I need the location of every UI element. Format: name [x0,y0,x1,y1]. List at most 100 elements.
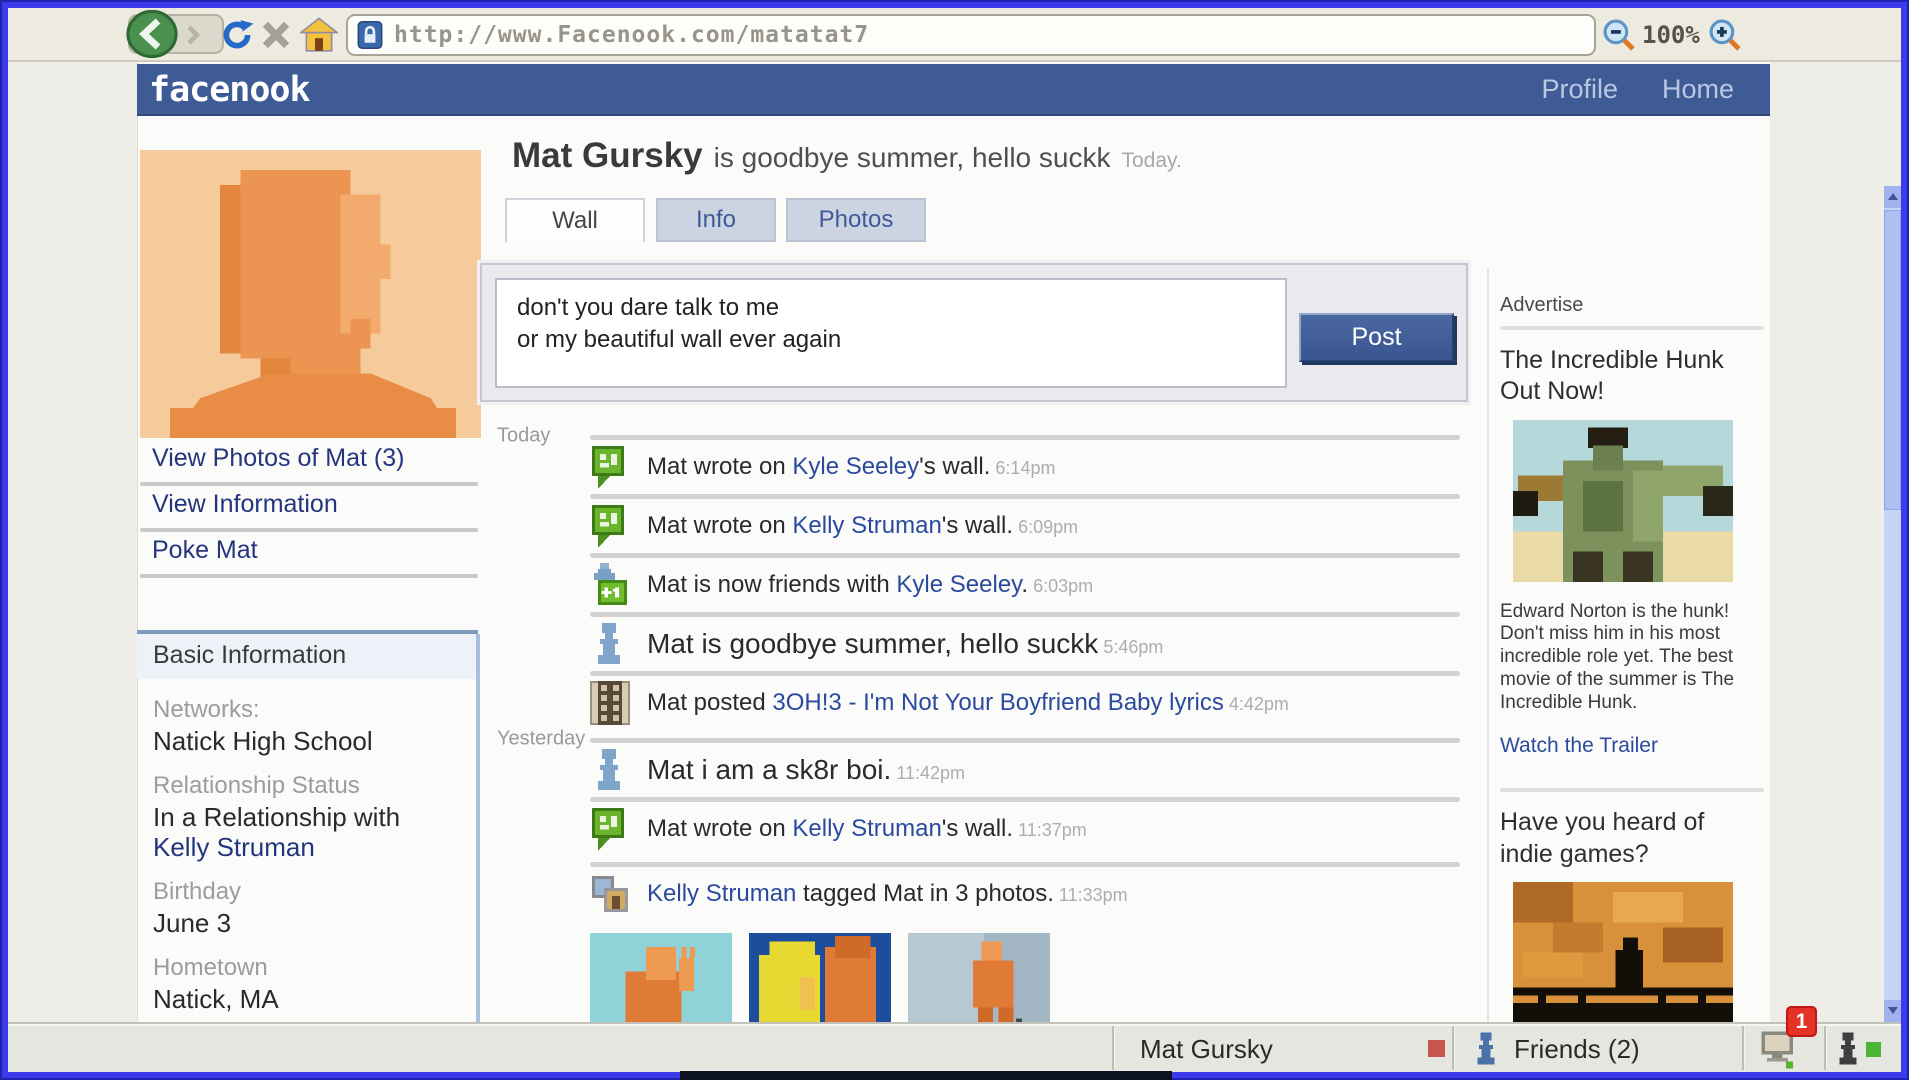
separator [590,862,1460,867]
info-field-value: June 3 [153,909,462,939]
feed-timestamp: 6:03pm [1033,576,1093,596]
ad-body-text: Edward Norton is the hunk! Don't miss hi… [1500,601,1750,715]
scrollbar-thumb[interactable] [1884,210,1901,510]
feed-text: Mat i am a sk8r boi.11:42pm [647,754,965,786]
basic-information-title: Basic Information [137,634,478,679]
feed-text-segment: . [1021,571,1028,598]
stop-icon[interactable] [260,19,292,51]
feed-text-segment: 's wall. [919,453,990,480]
feed-row: Mat is now friends with Kyle Seeley.6:03… [497,555,1460,614]
friend-add-icon [590,562,632,608]
ad-heading: The Incredible Hunk Out Now! [1500,345,1764,408]
feed-link[interactable]: Kelly Struman [792,815,941,842]
info-field-value: In a Relationship with [153,803,462,833]
panel-edge-line [476,634,480,1080]
rail-separator [1500,788,1764,792]
nav-home-link[interactable]: Home [1662,74,1734,105]
post-button[interactable]: Post [1299,313,1454,362]
sidebar-links: View Photos of Mat (3)View InformationPo… [152,440,482,578]
profile-status-time: Today. [1121,149,1181,173]
feed-link[interactable]: Kelly Struman [792,512,941,539]
feed-timestamp: 11:42pm [896,763,965,783]
feed-day-label: Yesterday [497,727,585,750]
home-icon[interactable] [300,16,338,54]
feed-row: Today Mat wrote on Kyle Seeley's wall.6:… [497,437,1460,496]
feed-timestamp: 11:37pm [1018,820,1087,840]
feed-row: Yesterday Mat i am a sk8r boi.11:42pm [497,740,1460,799]
refresh-icon[interactable] [220,18,254,52]
separator [590,738,1460,743]
feed-link[interactable]: Kyle Seeley [792,453,919,480]
feed-text: Mat is now friends with Kyle Seeley.6:03… [647,571,1093,599]
game-browser-window: 100% facenook Profile Home View Photos o… [0,0,1909,1080]
rail-separator [1500,326,1764,330]
separator [590,553,1460,558]
indie-games-ad-image[interactable] [1513,882,1733,1038]
taskbar-divider [1112,1026,1115,1070]
feed-text-segment: Mat i am a sk8r boi. [647,754,891,785]
notification-badge[interactable]: 1 [1786,1006,1817,1037]
feed-link[interactable]: 3OH!3 - I'm Not Your Boyfriend Baby lyri… [772,689,1223,716]
back-button[interactable] [124,10,180,58]
scrollbar-up-arrow[interactable] [1884,186,1901,208]
facenook-logo[interactable]: facenook [149,70,310,110]
wall-post-input[interactable]: don't you dare talk to me or my beautifu… [495,278,1287,388]
info-field-label: Birthday [153,878,462,906]
separator [590,797,1460,802]
forward-button[interactable] [180,22,206,48]
wall-post-icon [590,503,632,549]
sidebar-link[interactable]: View Information [152,486,482,528]
feed-text: Mat is goodbye summer, hello suckk5:46pm [647,628,1163,660]
feed-text-segment: Mat is goodbye summer, hello suckk [647,628,1098,659]
scrollbar-down-arrow[interactable] [1884,1000,1901,1022]
person-link[interactable]: Kelly Struman [153,833,462,863]
info-field-label: Relationship Status [153,772,462,800]
ad-heading: Have you heard of indie games? [1500,807,1764,870]
zoom-level-label: 100% [1642,21,1700,49]
feed-text-segment: 's wall. [942,512,1013,539]
nav-profile-link[interactable]: Profile [1541,74,1618,105]
separator [590,435,1460,440]
feed-timestamp: 5:46pm [1103,637,1163,657]
tab-photos[interactable]: Photos [786,198,926,242]
feed-text: Mat wrote on Kelly Struman's wall.11:37p… [647,815,1087,843]
rail-divider [1487,268,1489,1022]
url-input[interactable] [394,18,1584,52]
user-pawn-icon[interactable] [1832,1031,1864,1067]
tab-info[interactable]: Info [656,198,776,242]
feed-row: Mat wrote on Kelly Struman's wall.11:37p… [497,799,1460,858]
taskbar-divider [1452,1026,1455,1070]
feed-link[interactable]: Kyle Seeley [896,571,1021,598]
taskbar-friends-button[interactable]: Friends (2) [1514,1034,1640,1065]
feed-row: Mat wrote on Kelly Struman's wall.6:09pm [497,496,1460,555]
wall-composer: don't you dare talk to me or my beautifu… [480,263,1468,402]
profile-picture[interactable] [140,150,481,438]
friends-pawn-icon [1470,1031,1502,1067]
zoom-in-icon[interactable] [1708,18,1742,52]
hunk-movie-ad-image[interactable] [1513,420,1733,582]
status-icon [590,621,632,667]
profile-status-text: is goodbye summer, hello suckk [714,142,1111,174]
feed-link[interactable]: Kelly Struman [647,880,796,907]
feed-text-segment: Mat wrote on [647,453,792,480]
feed-row: Kelly Struman tagged Mat in 3 photos.11:… [497,864,1460,923]
tab-wall[interactable]: Wall [505,198,645,242]
status-square-red [1428,1040,1445,1057]
feed-timestamp: 11:33pm [1059,885,1128,905]
photos-icon [590,874,632,914]
feed-timestamp: 6:09pm [1018,517,1078,537]
facenook-header: facenook Profile Home [137,64,1770,116]
sidebar-link[interactable]: View Photos of Mat (3) [152,440,482,482]
watch-trailer-link[interactable]: Watch the Trailer [1500,734,1764,758]
vertical-scrollbar[interactable] [1884,186,1901,1022]
sidebar-link[interactable]: Poke Mat [152,532,482,574]
header-nav: Profile Home [1541,64,1734,114]
advertising-rail: Advertise The Incredible Hunk Out Now! E… [1500,294,1764,1038]
taskbar-divider [1824,1026,1827,1070]
separator [590,612,1460,617]
advertise-label: Advertise [1500,294,1764,317]
window-edge-shadow [680,1071,1172,1080]
lock-icon [356,21,384,49]
feed-timestamp: 4:42pm [1229,694,1289,714]
zoom-out-icon[interactable] [1602,18,1636,52]
